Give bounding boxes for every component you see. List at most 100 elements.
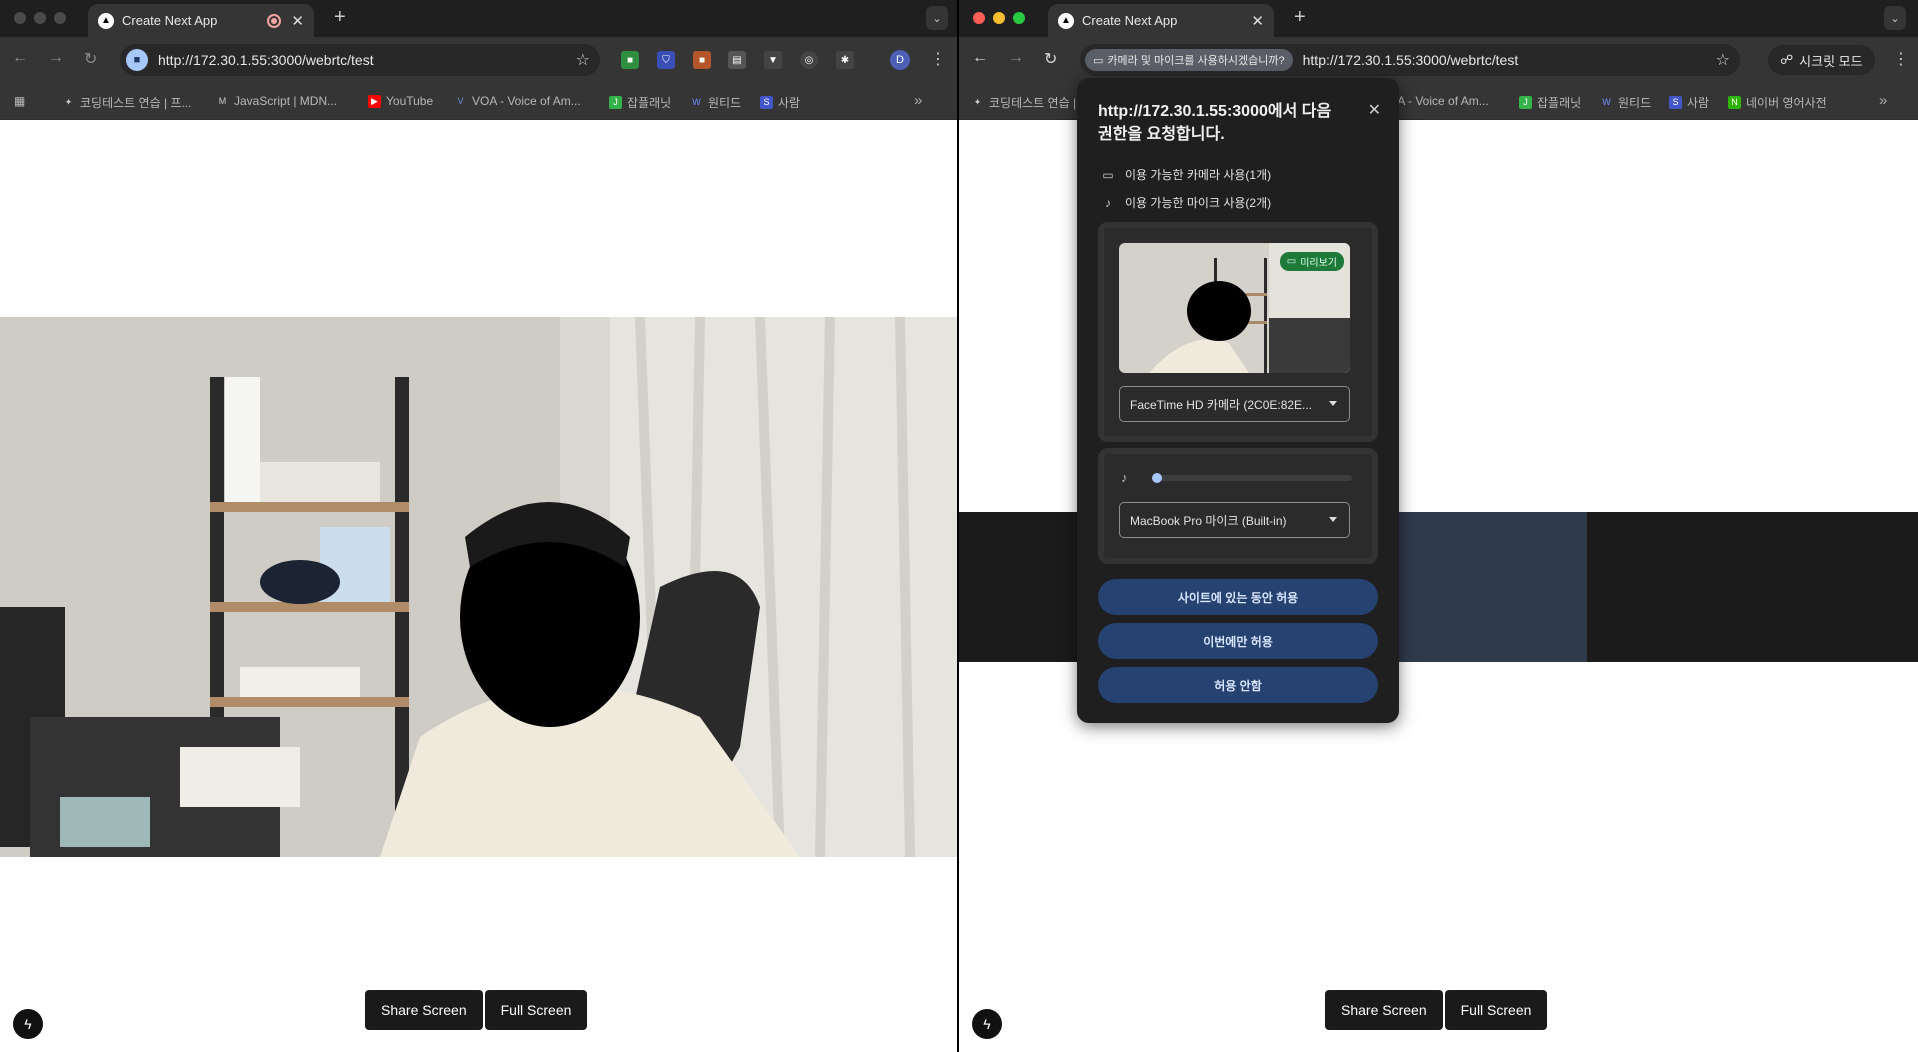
bookmark-item[interactable]: S 사람 xyxy=(1669,94,1709,111)
permission-dialog: http://172.30.1.55:3000에서 다음 권한을 요청합니다. … xyxy=(1077,78,1399,723)
tab-bar: ▲ Create Next App ✕ + ⌄ xyxy=(959,0,1918,37)
controls-row: Share Screen Full Screen xyxy=(365,990,588,1030)
new-tab-button[interactable]: + xyxy=(1294,6,1306,29)
camera-preview: ▭ 미리보기 xyxy=(1119,243,1350,373)
bookmark-item[interactable]: ✦ 코딩테스트 연습 | 프... xyxy=(62,94,192,111)
share-screen-button[interactable]: Share Screen xyxy=(1325,990,1443,1030)
preview-badge-label: 미리보기 xyxy=(1300,258,1337,269)
local-video xyxy=(0,317,957,857)
extensions-puzzle-icon[interactable]: ✱ xyxy=(836,51,854,69)
chevron-down-icon xyxy=(1329,517,1337,522)
bookmark-star-icon[interactable]: ☆ xyxy=(1716,50,1730,70)
naver-icon: N xyxy=(1728,96,1741,109)
nextjs-dev-indicator-icon[interactable]: ϟ xyxy=(13,1009,43,1039)
bookmark-item[interactable]: M JavaScript | MDN... xyxy=(216,94,337,108)
camera-icon: ▭ xyxy=(1093,54,1104,67)
sparkle-icon: ✦ xyxy=(973,97,982,107)
extension-bitwarden-icon[interactable]: ⛉ xyxy=(657,51,675,69)
bookmark-item[interactable]: W 원티드 xyxy=(1600,94,1651,111)
permission-request-chip[interactable]: ▭ 카메라 및 마이크를 사용하시겠습니까? xyxy=(1085,49,1293,71)
microphone-icon: ♪ xyxy=(1121,470,1128,485)
permission-chip-label: 카메라 및 마이크를 사용하시겠습니까? xyxy=(1107,55,1285,67)
bookmark-label: 코딩테스트 연습 | xyxy=(989,96,1077,110)
bookmark-label: 네이버 영어사전 xyxy=(1746,96,1827,110)
incognito-icon: ☍ xyxy=(1780,52,1794,67)
saramin-icon: S xyxy=(760,96,773,109)
bookmark-item[interactable]: ✦ 코딩테스트 연습 | xyxy=(971,94,1076,111)
address-bar[interactable]: ■ http://172.30.1.55:3000/webrtc/test ☆ xyxy=(120,44,600,76)
camera-permission-row: ▭ 이용 가능한 카메라 사용(1개) xyxy=(1101,166,1271,183)
tab-search-button[interactable]: ⌄ xyxy=(1884,6,1906,30)
tab-search-button[interactable]: ⌄ xyxy=(926,6,948,30)
extension-4-icon[interactable]: ▤ xyxy=(728,51,746,69)
camera-panel: ▭ 미리보기 FaceTime HD 카메라 (2C0E:82E... xyxy=(1098,222,1378,442)
extension-1-icon[interactable]: ■ xyxy=(621,51,639,69)
camera-permission-label: 이용 가능한 카메라 사용(1개) xyxy=(1125,168,1272,182)
camera-select-value: FaceTime HD 카메라 (2C0E:82E... xyxy=(1130,397,1313,412)
menu-kebab-icon[interactable]: ⋮ xyxy=(930,49,946,69)
back-icon[interactable]: ← xyxy=(12,49,28,67)
bookmark-item[interactable]: W 원티드 xyxy=(690,94,741,111)
microphone-select[interactable]: MacBook Pro 마이크 (Built-in) xyxy=(1119,502,1350,538)
menu-kebab-icon[interactable]: ⋮ xyxy=(1893,49,1909,69)
window-controls[interactable] xyxy=(973,12,1025,24)
close-tab-icon[interactable]: ✕ xyxy=(291,12,304,30)
bookmark-item[interactable]: J 잡플래닛 xyxy=(1519,94,1581,111)
bookmark-label: 원티드 xyxy=(708,96,742,110)
bookmark-item[interactable]: ▶ YouTube xyxy=(368,94,433,108)
bookmark-item[interactable]: OA - Voice of Am... xyxy=(1388,94,1489,108)
full-screen-button[interactable]: Full Screen xyxy=(484,990,588,1030)
deny-button[interactable]: 허용 안함 xyxy=(1098,667,1378,703)
forward-icon[interactable]: → xyxy=(1008,49,1024,67)
nextjs-dev-indicator-icon[interactable]: ϟ xyxy=(972,1009,1002,1039)
camera-feed-image xyxy=(0,317,957,857)
profile-avatar[interactable]: D xyxy=(890,50,910,70)
bookmark-label: 잡플래닛 xyxy=(627,96,672,110)
back-icon[interactable]: ← xyxy=(972,49,988,67)
bookmark-label: OA - Voice of Am... xyxy=(1388,94,1489,108)
bookmark-item[interactable]: N 네이버 영어사전 xyxy=(1728,94,1827,111)
bookmark-label: 사람 xyxy=(778,96,801,110)
recording-indicator-icon xyxy=(267,13,282,28)
allow-this-time-button[interactable]: 이번에만 허용 xyxy=(1098,623,1378,659)
nextjs-favicon-icon: ▲ xyxy=(1058,12,1074,29)
extension-vue-icon[interactable]: ▼ xyxy=(764,51,782,69)
tab-create-next-app[interactable]: ▲ Create Next App ✕ xyxy=(1048,4,1274,37)
allow-while-visiting-button[interactable]: 사이트에 있는 동안 허용 xyxy=(1098,579,1378,615)
camera-select[interactable]: FaceTime HD 카메라 (2C0E:82E... xyxy=(1119,386,1350,422)
new-tab-button[interactable]: + xyxy=(334,6,346,29)
controls-row: Share Screen Full Screen xyxy=(1325,990,1548,1030)
window-controls[interactable] xyxy=(14,12,66,24)
camera-in-use-icon[interactable]: ■ xyxy=(126,49,148,71)
extension-6-icon[interactable]: ◎ xyxy=(800,51,818,69)
bookmark-label: 잡플래닛 xyxy=(1537,96,1582,110)
reload-icon[interactable]: ↻ xyxy=(84,49,97,69)
nextjs-favicon-icon: ▲ xyxy=(98,12,114,29)
close-icon[interactable]: ✕ xyxy=(1368,100,1381,120)
apps-grid-icon[interactable]: ▦ xyxy=(14,94,25,108)
mic-permission-label: 이용 가능한 마이크 사용(2개) xyxy=(1125,196,1272,210)
bookmarks-bar: ▦ ✦ 코딩테스트 연습 | 프... M JavaScript | MDN... … xyxy=(0,84,957,120)
bookmark-star-icon[interactable]: ☆ xyxy=(576,50,590,70)
close-tab-icon[interactable]: ✕ xyxy=(1251,12,1264,30)
mic-permission-row: ♪ 이용 가능한 마이크 사용(2개) xyxy=(1101,194,1271,211)
incognito-indicator[interactable]: ☍ 시크릿 모드 xyxy=(1768,45,1875,75)
preview-badge: ▭ 미리보기 xyxy=(1279,252,1344,271)
share-screen-button[interactable]: Share Screen xyxy=(365,990,483,1030)
bookmark-item[interactable]: V VOA - Voice of Am... xyxy=(454,94,580,108)
microphone-select-value: MacBook Pro 마이크 (Built-in) xyxy=(1130,513,1287,528)
full-screen-button[interactable]: Full Screen xyxy=(1444,990,1548,1030)
tab-create-next-app[interactable]: ▲ Create Next App ✕ xyxy=(88,4,314,37)
address-bar[interactable]: ▭ 카메라 및 마이크를 사용하시겠습니까? http://172.30.1.55… xyxy=(1080,44,1740,76)
youtube-icon: ▶ xyxy=(368,94,381,108)
voa-icon: V xyxy=(457,95,464,106)
bookmark-item[interactable]: S 사람 xyxy=(760,94,800,111)
extension-3-icon[interactable]: ■ xyxy=(693,51,711,69)
mic-level-knob xyxy=(1152,473,1162,483)
bookmarks-overflow-icon[interactable]: » xyxy=(1879,92,1887,109)
incognito-label: 시크릿 모드 xyxy=(1799,53,1863,69)
forward-icon[interactable]: → xyxy=(48,49,64,67)
bookmarks-overflow-icon[interactable]: » xyxy=(914,92,922,109)
reload-icon[interactable]: ↻ xyxy=(1044,49,1057,69)
bookmark-item[interactable]: J 잡플래닛 xyxy=(609,94,671,111)
